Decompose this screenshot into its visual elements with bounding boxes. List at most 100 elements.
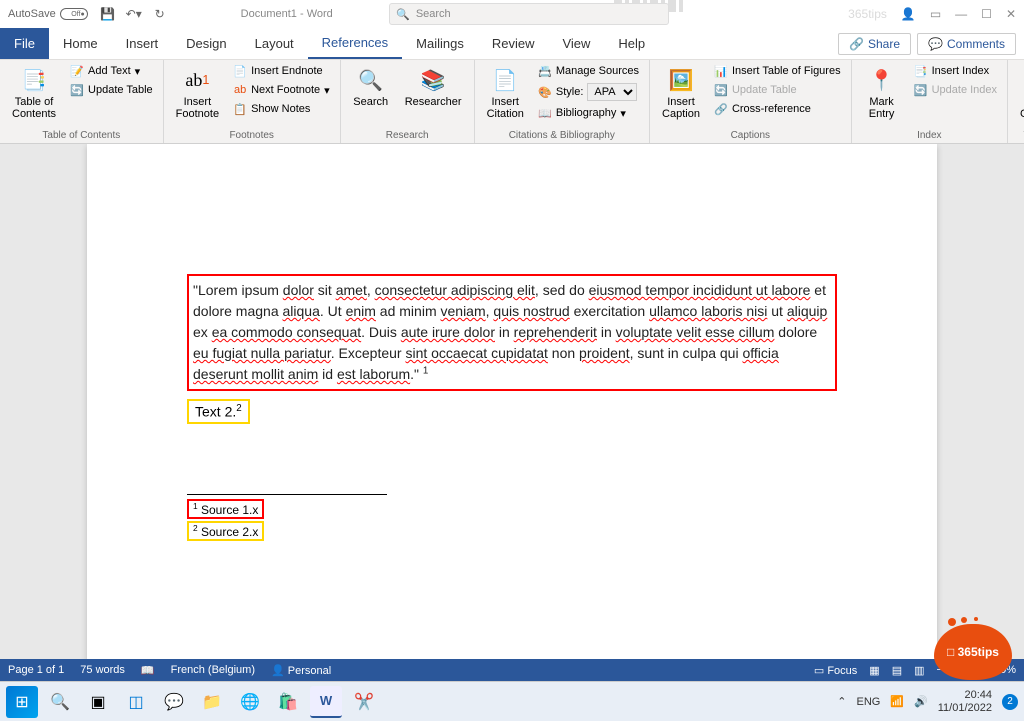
footnote-1-highlight[interactable]: 1 Source 1.x [187, 499, 264, 519]
group-authorities: ⚖️ Mark Citation 📄 ⌃ Table of Authoriti.… [1008, 60, 1024, 143]
next-footnote-button[interactable]: abNext Footnote ▾ [229, 81, 334, 99]
group-research: 🔍 Search 📚 Researcher Research [341, 60, 475, 143]
365tips-badge: □ 365tips [934, 624, 1012, 680]
add-text-button[interactable]: 📝Add Text ▾ [66, 62, 157, 80]
insert-index-icon: 📑 [914, 64, 928, 78]
footnote-icon: ab1 [183, 66, 211, 94]
share-button[interactable]: 🔗 Share [838, 33, 911, 55]
search-taskbar-icon[interactable]: 🔍 [44, 686, 76, 718]
tray-chevron-icon[interactable]: ⌃ [837, 695, 846, 708]
search-button[interactable]: 🔍 Search [347, 62, 395, 112]
research-search-icon: 🔍 [357, 66, 385, 94]
comments-button[interactable]: 💬 Comments [917, 33, 1016, 55]
tray-wifi-icon[interactable]: 📶 [890, 695, 904, 708]
search-icon: 🔍 [396, 8, 410, 21]
mark-entry-icon: 📍 [868, 66, 896, 94]
tab-references[interactable]: References [308, 28, 402, 59]
language-indicator[interactable]: French (Belgium) [171, 664, 255, 676]
start-button[interactable]: ⊞ [6, 686, 38, 718]
update-captions-icon: 🔄 [714, 83, 728, 97]
print-layout-icon[interactable]: ▤ [892, 664, 902, 677]
personal-indicator[interactable]: 👤 Personal [271, 664, 331, 677]
style-select-row: 🎨 Style: APA [534, 81, 643, 103]
group-index: 📍 Mark Entry 📑Insert Index 🔄Update Index… [852, 60, 1008, 143]
group-footnotes: ab1 Insert Footnote 📄Insert Endnote abNe… [164, 60, 341, 143]
tray-clock[interactable]: 20:44 11/01/2022 [938, 689, 992, 713]
group-captions: 🖼️ Insert Caption 📊Insert Table of Figur… [650, 60, 852, 143]
read-mode-icon[interactable]: ▦ [869, 664, 879, 677]
web-layout-icon[interactable]: ▥ [914, 664, 924, 677]
insert-citation-button[interactable]: 📄 Insert Citation [481, 62, 530, 124]
tray-language[interactable]: ENG [857, 696, 881, 708]
bibliography-icon: 📖 [538, 106, 552, 120]
page-indicator[interactable]: Page 1 of 1 [8, 664, 64, 676]
tab-mailings[interactable]: Mailings [402, 28, 478, 59]
manage-sources-icon: 📇 [538, 64, 552, 78]
insert-footnote-button[interactable]: ab1 Insert Footnote [170, 62, 225, 124]
explorer-icon[interactable]: 📁 [196, 686, 228, 718]
taskbar: ⊞ 🔍 ▣ ◫ 💬 📁 🌐 🛍️ W ✂️ ⌃ ENG 📶 🔊 20:44 11… [0, 681, 1024, 721]
document-area[interactable]: "Lorem ipsum dolor sit amet, consectetur… [0, 144, 1024, 659]
mark-citation-button[interactable]: ⚖️ Mark Citation [1014, 62, 1024, 124]
manage-sources-button[interactable]: 📇Manage Sources [534, 62, 643, 80]
mark-entry-button[interactable]: 📍 Mark Entry [858, 62, 906, 124]
task-view-icon[interactable]: ▣ [82, 686, 114, 718]
tray-notifications[interactable]: 2 [1002, 694, 1018, 710]
spell-check-icon[interactable]: 📖 [141, 664, 155, 677]
group-toc: 📑 Table of Contents 📝Add Text ▾ 🔄Update … [0, 60, 164, 143]
file-tab[interactable]: File [0, 28, 49, 59]
tray-volume-icon[interactable]: 🔊 [914, 695, 928, 708]
insert-caption-button[interactable]: 🖼️ Insert Caption [656, 62, 706, 124]
footnote-2-highlight[interactable]: 2 Source 2.x [187, 521, 264, 541]
save-icon[interactable]: 💾 [100, 6, 116, 22]
bibliography-button[interactable]: 📖Bibliography ▾ [534, 104, 643, 122]
caption-icon: 🖼️ [667, 66, 695, 94]
ribbon-options-icon[interactable]: ▭ [930, 7, 941, 21]
search-placeholder: Search [416, 8, 451, 20]
insert-endnote-button[interactable]: 📄Insert Endnote [229, 62, 334, 80]
autosave-label: AutoSave [8, 8, 56, 20]
update-table-button[interactable]: 🔄Update Table [66, 81, 157, 99]
page[interactable]: "Lorem ipsum dolor sit amet, consectetur… [87, 144, 937, 659]
word-count[interactable]: 75 words [80, 664, 125, 676]
update-index-icon: 🔄 [914, 83, 928, 97]
widgets-icon[interactable]: ◫ [120, 686, 152, 718]
text2-highlight[interactable]: Text 2.2 [187, 399, 250, 424]
endnote-icon: 📄 [233, 64, 247, 78]
redo-icon[interactable]: ↻ [152, 6, 168, 22]
tab-design[interactable]: Design [172, 28, 240, 59]
tab-layout[interactable]: Layout [241, 28, 308, 59]
cross-reference-button[interactable]: 🔗Cross-reference [710, 100, 845, 118]
tab-help[interactable]: Help [604, 28, 659, 59]
search-box[interactable]: 🔍 Search [389, 3, 669, 25]
insert-index-button[interactable]: 📑Insert Index [910, 62, 1001, 80]
system-tray: ⌃ ENG 📶 🔊 20:44 11/01/2022 2 [837, 689, 1018, 713]
user-icon[interactable]: 👤 [901, 7, 916, 21]
tab-insert[interactable]: Insert [112, 28, 173, 59]
tab-review[interactable]: Review [478, 28, 549, 59]
style-select[interactable]: APA [587, 83, 637, 101]
title-bar: AutoSave Off ● 💾 ↶▾ ↻ Document1 - Word 🔍… [0, 0, 1024, 28]
undo-icon[interactable]: ↶▾ [126, 6, 142, 22]
researcher-button[interactable]: 📚 Researcher [399, 62, 468, 112]
tab-view[interactable]: View [548, 28, 604, 59]
chat-icon[interactable]: 💬 [158, 686, 190, 718]
toggle-switch[interactable]: Off ● [60, 8, 88, 20]
focus-mode[interactable]: ▭ Focus [814, 664, 857, 677]
show-notes-button[interactable]: 📋Show Notes [229, 100, 334, 118]
citation-icon: 📄 [491, 66, 519, 94]
minimize-icon[interactable]: — [955, 7, 967, 21]
insert-figures-button[interactable]: 📊Insert Table of Figures [710, 62, 845, 80]
maximize-icon[interactable]: ☐ [981, 7, 992, 21]
snip-icon[interactable]: ✂️ [348, 686, 380, 718]
store-icon[interactable]: 🛍️ [272, 686, 304, 718]
edge-icon[interactable]: 🌐 [234, 686, 266, 718]
close-icon[interactable]: ✕ [1006, 7, 1016, 21]
autosave-toggle[interactable]: AutoSave Off ● [8, 8, 88, 20]
main-paragraph-highlight[interactable]: "Lorem ipsum dolor sit amet, consectetur… [187, 274, 837, 391]
word-icon[interactable]: W [310, 686, 342, 718]
quick-access-toolbar: 💾 ↶▾ ↻ [100, 6, 168, 22]
update-icon: 🔄 [70, 83, 84, 97]
tab-home[interactable]: Home [49, 28, 112, 59]
toc-button[interactable]: 📑 Table of Contents [6, 62, 62, 124]
